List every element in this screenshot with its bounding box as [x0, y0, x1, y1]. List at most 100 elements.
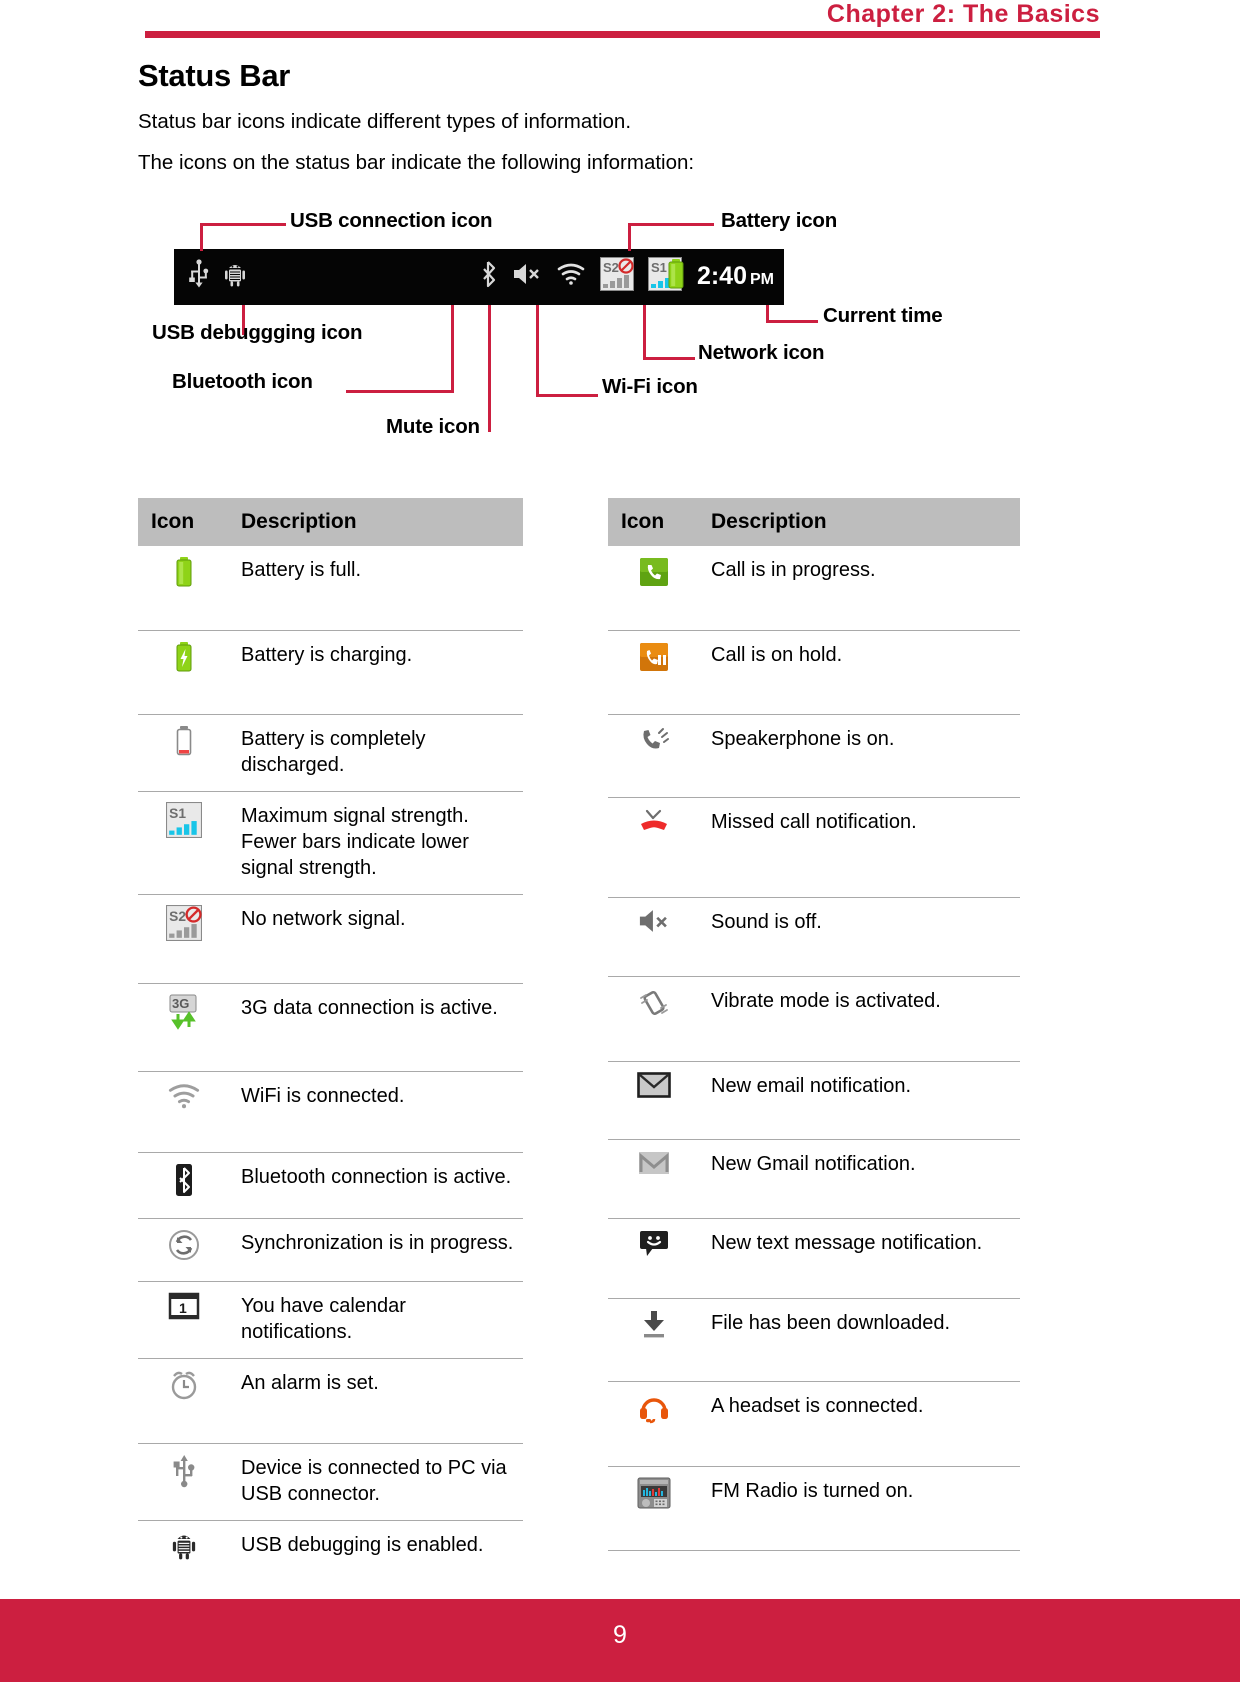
table-row: New email notification. — [608, 1061, 1020, 1141]
status-bar-mock: S2 S1 2:40 PM — [174, 248, 784, 305]
table-left-head: Icon Description — [138, 498, 523, 546]
cell-description: Battery is full. — [229, 546, 523, 631]
table-row: S2 No network signal. — [138, 894, 523, 984]
svg-text:S2: S2 — [169, 909, 186, 924]
table-row: Call is in progress. — [608, 546, 1020, 631]
leader-bluetooth-h — [346, 389, 454, 393]
alarm-clock-icon — [168, 1369, 200, 1409]
cell-description: Maximum signal strength. Fewer bars indi… — [229, 791, 523, 896]
android-bug-icon — [224, 261, 246, 292]
android-bug-icon — [170, 1531, 198, 1569]
table-row: Sound is off. — [608, 897, 1020, 977]
callout-network: Network icon — [698, 340, 825, 364]
status-bar-diagram: S2 S1 2:40 PM USB connection icon Batter… — [138, 205, 1028, 467]
bluetooth-icon — [480, 260, 498, 293]
cell-description: Missed call notification. — [699, 797, 1020, 899]
battery-full-icon — [666, 258, 686, 295]
callout-usb-connection: USB connection icon — [290, 208, 493, 232]
signal-strength-icon: S1 — [165, 802, 202, 846]
leader-mute-v — [488, 304, 491, 432]
speakerphone-icon — [638, 725, 670, 763]
table-row: 3G 3G data connection is active. — [138, 983, 523, 1073]
page-content: Status Bar Status bar icons indicate dif… — [138, 58, 1028, 467]
cell-description: New Gmail notification. — [699, 1139, 1020, 1219]
icon-table-right: Icon Description Call is in progress. Ca… — [608, 498, 1020, 1552]
cell-icon: 3G — [138, 983, 229, 1073]
cell-icon — [608, 976, 699, 1062]
table-left-header-description: Description — [229, 498, 523, 546]
callout-current-time: Current time — [823, 303, 943, 327]
cell-description: Battery is charging. — [229, 630, 523, 716]
table-row: WiFi is connected. — [138, 1071, 523, 1153]
cell-icon — [608, 1466, 699, 1552]
icon-table-left: Icon Description Battery is full. Batter… — [138, 498, 523, 1622]
cell-description: Device is connected to PC via USB connec… — [229, 1443, 523, 1522]
cell-icon — [608, 714, 699, 798]
cell-icon — [608, 1298, 699, 1382]
table-right-header-description: Description — [699, 498, 1020, 546]
cell-icon — [138, 1152, 229, 1219]
table-row: 1 You have calendar notifications. — [138, 1281, 523, 1360]
table-row: FM Radio is turned on. — [608, 1466, 1020, 1552]
callout-usb-debugging: USB debuggging icon — [152, 320, 363, 344]
fm-radio-icon — [637, 1477, 671, 1517]
leader-wifi-v — [536, 304, 539, 397]
mute-speaker-icon — [512, 262, 542, 291]
table-row: Synchronization is in progress. — [138, 1218, 523, 1283]
cell-description: New email notification. — [699, 1061, 1020, 1141]
table-row: Speakerphone is on. — [608, 714, 1020, 798]
wifi-icon — [167, 1082, 201, 1118]
usb-icon — [188, 259, 210, 294]
cell-icon — [138, 1443, 229, 1522]
cell-icon — [138, 714, 229, 793]
missed-call-icon — [637, 808, 671, 846]
svg-text:S1: S1 — [169, 806, 186, 821]
status-bar-clock: 2:40 PM — [697, 262, 774, 291]
table-row: New text message notification. — [608, 1218, 1020, 1300]
cell-description: Battery is completely discharged. — [229, 714, 523, 793]
page-footer: 9 — [0, 1599, 1240, 1682]
page-title: Status Bar — [138, 58, 291, 93]
cell-description: An alarm is set. — [229, 1358, 523, 1444]
cell-icon — [608, 630, 699, 716]
cell-description: Synchronization is in progress. — [229, 1218, 523, 1283]
call-on-hold-icon — [638, 641, 670, 681]
callout-wifi: Wi-Fi icon — [602, 374, 698, 398]
table-row: Bluetooth connection is active. — [138, 1152, 523, 1219]
cell-description: Call is in progress. — [699, 546, 1020, 631]
download-icon — [640, 1309, 668, 1347]
cell-icon — [608, 1061, 699, 1141]
table-row: Battery is charging. — [138, 630, 523, 716]
cell-icon — [138, 1071, 229, 1153]
cell-icon — [138, 1358, 229, 1444]
call-in-progress-icon — [638, 556, 670, 596]
table-right-body: Call is in progress. Call is on hold. Sp… — [608, 546, 1020, 1552]
leader-wifi-h — [536, 393, 598, 397]
table-left-header-icon: Icon — [138, 498, 229, 546]
cell-icon: 1 — [138, 1281, 229, 1360]
svg-text:1: 1 — [179, 1300, 187, 1316]
leader-battery-v — [628, 222, 631, 251]
3g-data-icon: 3G — [167, 994, 201, 1038]
headset-icon — [638, 1392, 670, 1432]
cell-icon — [138, 1218, 229, 1283]
gmail-icon — [637, 1150, 671, 1184]
mute-speaker-icon — [637, 908, 671, 942]
battery-empty-icon — [174, 725, 194, 765]
cell-icon — [608, 897, 699, 977]
leader-network-h — [643, 356, 695, 360]
table-row: Vibrate mode is activated. — [608, 976, 1020, 1062]
table-row: New Gmail notification. — [608, 1139, 1020, 1219]
status-bar-middle-group: S2 S1 — [480, 249, 682, 305]
cell-icon — [608, 1139, 699, 1219]
table-row: An alarm is set. — [138, 1358, 523, 1444]
cell-description: Speakerphone is on. — [699, 714, 1020, 798]
wifi-icon — [556, 262, 586, 291]
sync-icon — [168, 1229, 200, 1269]
cell-description: FM Radio is turned on. — [699, 1466, 1020, 1552]
callout-battery: Battery icon — [721, 208, 838, 232]
cell-description: Sound is off. — [699, 897, 1020, 977]
cell-description: Bluetooth connection is active. — [229, 1152, 523, 1219]
table-row: A headset is connected. — [608, 1381, 1020, 1467]
calendar-icon: 1 — [168, 1292, 200, 1330]
